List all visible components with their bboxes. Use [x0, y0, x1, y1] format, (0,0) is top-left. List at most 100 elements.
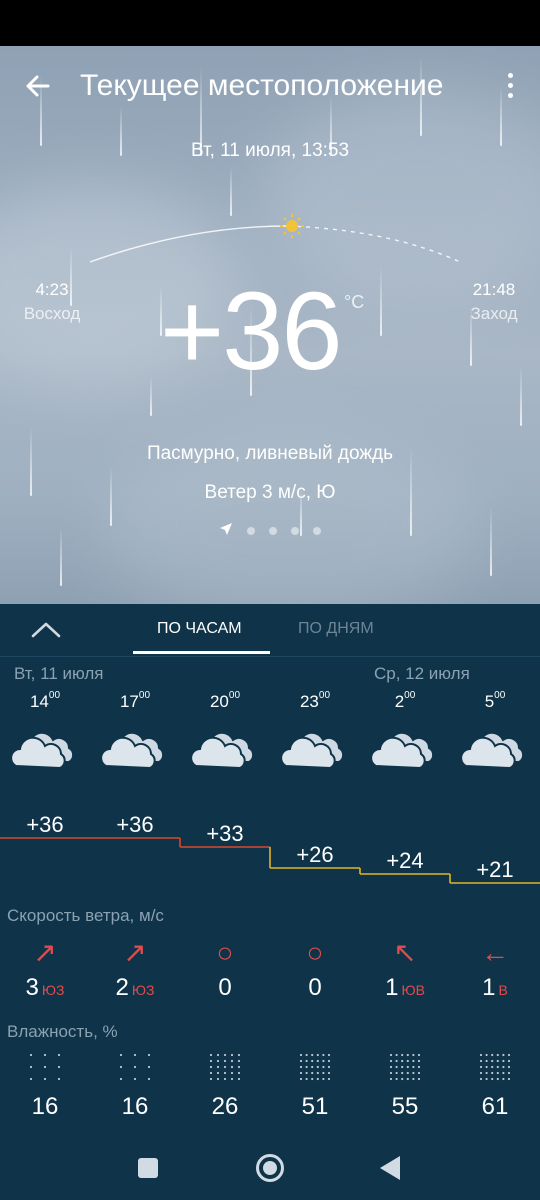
wind-direction: ЮЗ — [41, 982, 65, 998]
forecast-panel: ПО ЧАСАМ ПО ДНЯМ Вт, 11 июля Ср, 12 июля… — [0, 604, 540, 1134]
hour-label: 200 — [394, 690, 416, 711]
cloud-icon — [100, 731, 165, 770]
temperature-unit: °C — [344, 292, 365, 312]
wind-cell: ○ 0 — [180, 938, 270, 1002]
humidity-dots-icon — [119, 1053, 151, 1081]
page-dot[interactable] — [313, 526, 321, 535]
wind-speed: 1В — [482, 974, 508, 1001]
hour-label: 500 — [484, 690, 506, 711]
wind-row: ↗ 3 ЮЗ ↗ 2 ЮЗ ○ 0 ○ 0 ↖ 1 ЮВ ← 1 В — [0, 938, 540, 1008]
cloud-icon — [10, 731, 75, 770]
page-dot[interactable] — [291, 526, 299, 535]
wind-speed: 1 ЮВ — [385, 974, 425, 1001]
humidity-value: 26 — [211, 1093, 239, 1120]
humidity-row: 16 16 26 51 55 61 — [0, 1052, 540, 1122]
cloud-icon — [460, 731, 525, 770]
sunset: 21:48 Заход — [458, 280, 530, 324]
humidity-dots-icon — [389, 1053, 421, 1081]
wind-speed: 0 — [308, 974, 322, 1001]
wind-arrow-icon: ○ — [306, 937, 324, 968]
wind-cell: ↖ 1 ЮВ — [360, 938, 450, 1002]
forecast-tabs: ПО ЧАСАМ ПО ДНЯМ — [0, 604, 540, 657]
rain-drop — [490, 506, 492, 576]
page-title: Текущее местоположение — [80, 69, 444, 102]
humidity-dots-icon — [209, 1053, 241, 1081]
humidity-value: 51 — [301, 1093, 329, 1120]
hour-label: 1700 — [119, 690, 151, 711]
cloud-icon — [370, 731, 435, 770]
wind-arrow-icon: ○ — [216, 937, 234, 968]
day-label-1: Вт, 11 июля — [14, 664, 104, 683]
wind-speed: 3 ЮЗ — [25, 974, 65, 1001]
humidity-cell: 55 — [360, 1052, 450, 1121]
status-bar — [0, 0, 540, 46]
temp-label: +24 — [386, 848, 423, 873]
weather-hero: Текущее местоположение Вт, 11 июля, 13:5… — [0, 46, 540, 604]
wind-section-title: Скорость ветра, м/с — [7, 906, 164, 925]
temp-label: +21 — [476, 857, 513, 882]
humidity-cell: 16 — [0, 1052, 90, 1121]
wind-speed: 2 ЮЗ — [115, 974, 155, 1001]
page-dot[interactable] — [269, 526, 277, 535]
back-arrow-icon[interactable] — [20, 68, 56, 104]
top-bar: Текущее местоположение — [0, 46, 540, 126]
wind-cell: ← 1 В — [450, 938, 540, 1002]
hour-label: 1400 — [29, 690, 61, 711]
sunrise: 4:23 Восход — [14, 280, 90, 324]
current-temperature: +36 — [160, 270, 343, 393]
tab-underline — [133, 651, 270, 654]
weather-condition: Пасмурно, ливневый дождь — [146, 443, 394, 464]
sunrise-time: 4:23 — [35, 280, 69, 299]
sunset-label: Заход — [470, 304, 518, 323]
sunrise-label: Восход — [23, 304, 81, 323]
wind-direction: ЮВ — [401, 982, 425, 998]
wind-arrow-icon: ↗ — [33, 937, 57, 968]
sunset-time: 21:48 — [472, 280, 516, 299]
wind-direction: ЮЗ — [131, 982, 155, 998]
page-indicator — [0, 522, 540, 539]
hour-label: 2000 — [209, 690, 241, 711]
cloud-icon — [280, 731, 345, 770]
humidity-value: 55 — [391, 1093, 419, 1120]
nav-back-icon[interactable] — [380, 1156, 400, 1180]
wind-arrow-icon: ↗ — [123, 937, 147, 968]
temp-label: +33 — [206, 821, 243, 846]
location-arrow-icon — [219, 522, 233, 539]
temp-label: +36 — [26, 812, 63, 837]
current-wind: Ветер 3 м/с, Ю — [204, 482, 336, 503]
wind-cell: ↗ 2 ЮЗ — [90, 938, 180, 1002]
humidity-cell: 16 — [90, 1052, 180, 1121]
humidity-cell: 61 — [450, 1052, 540, 1121]
tab-daily[interactable]: ПО ДНЯМ — [298, 620, 374, 638]
humidity-value: 16 — [31, 1093, 59, 1120]
humidity-dots-icon — [479, 1053, 511, 1081]
humidity-dots-icon — [299, 1053, 331, 1081]
hourly-row: 1400 1700 2000 2300 200 500 — [0, 690, 540, 782]
nav-recents-icon[interactable] — [138, 1158, 158, 1178]
wind-cell: ○ 0 — [270, 938, 360, 1002]
hour-label: 2300 — [299, 690, 331, 711]
nav-home-icon[interactable] — [256, 1154, 284, 1182]
tab-hourly[interactable]: ПО ЧАСАМ — [157, 620, 242, 638]
rain-drop — [150, 376, 152, 416]
cloud-icon — [190, 731, 255, 770]
humidity-cell: 51 — [270, 1052, 360, 1121]
wind-arrow-icon: ← — [481, 937, 509, 968]
more-vert-icon[interactable] — [498, 68, 522, 104]
current-datetime: Вт, 11 июля, 13:53 — [190, 140, 350, 161]
wind-cell: ↗ 3 ЮЗ — [0, 938, 90, 1002]
day-label-2: Ср, 12 июля — [374, 664, 470, 683]
wind-speed: 0 — [218, 974, 232, 1001]
page-dot[interactable] — [247, 526, 255, 535]
chevron-up-icon[interactable] — [30, 616, 62, 644]
humidity-value: 16 — [121, 1093, 149, 1120]
rain-drop — [520, 366, 522, 426]
humidity-dots-icon — [29, 1053, 61, 1081]
temp-label: +36 — [116, 812, 153, 837]
temp-label: +26 — [296, 842, 333, 867]
humidity-value: 61 — [481, 1093, 509, 1120]
temperature-chart: +36 +36 +33 +26 +24 +21 — [0, 812, 540, 884]
humidity-section-title: Влажность, % — [7, 1022, 118, 1041]
wind-arrow-icon: ↖ — [393, 937, 417, 968]
humidity-cell: 26 — [180, 1052, 270, 1121]
